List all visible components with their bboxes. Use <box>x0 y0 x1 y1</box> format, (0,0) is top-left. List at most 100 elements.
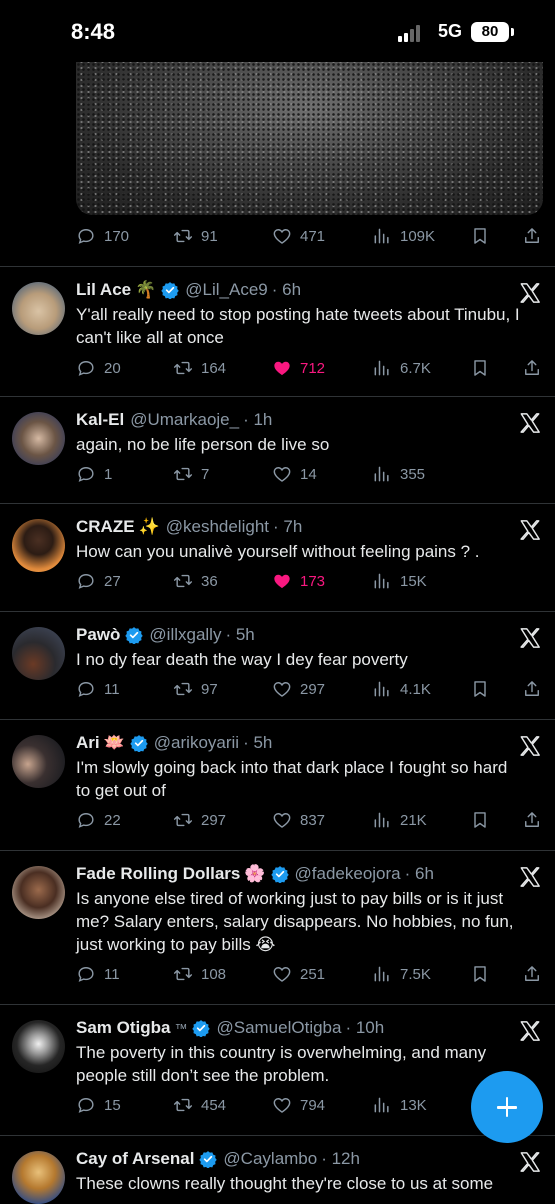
avatar[interactable] <box>12 735 65 788</box>
bookmark-button[interactable] <box>470 226 490 246</box>
avatar[interactable] <box>12 519 65 572</box>
share-icon <box>525 681 539 696</box>
retweet-button[interactable]: 108 <box>173 964 226 984</box>
handle[interactable]: @illxgally <box>149 625 221 645</box>
reply-button[interactable]: 15 <box>76 1095 121 1115</box>
display-name[interactable]: Cay of Arsenal <box>76 1149 194 1169</box>
bookmark-button[interactable] <box>470 358 490 378</box>
tweet-text: I'm slowly going back into that dark pla… <box>76 758 508 800</box>
x-logo-icon <box>520 520 540 540</box>
heart-filled-icon <box>274 574 290 589</box>
retweet-button[interactable]: 164 <box>173 358 226 378</box>
retweet-button[interactable]: 91 <box>173 226 218 246</box>
tweet-header: CRAZE ✨ @keshdelight · 7h <box>76 515 302 539</box>
retweet-icon <box>173 813 193 827</box>
reply-button[interactable]: 11 <box>76 679 120 699</box>
views-icon <box>374 360 389 376</box>
handle[interactable]: @Caylambo <box>223 1149 317 1169</box>
display-name[interactable]: Fade Rolling Dollars <box>76 864 240 884</box>
views-button[interactable]: 4.1K <box>372 679 431 699</box>
avatar[interactable] <box>12 1151 65 1204</box>
display-name[interactable]: Pawò <box>76 625 120 645</box>
compose-post-button[interactable] <box>471 1071 543 1143</box>
retweet-button[interactable]: 7 <box>173 464 209 484</box>
like-button[interactable]: 712 <box>272 358 325 378</box>
bookmark-button[interactable] <box>470 964 490 984</box>
bookmark-button[interactable] <box>470 679 490 699</box>
like-button[interactable]: 14 <box>272 464 317 484</box>
views-icon <box>374 1097 389 1113</box>
retweet-icon <box>173 361 193 375</box>
tweet-header: Fade Rolling Dollars 🌸 @fadekeojora · 6h <box>76 862 434 886</box>
views-button[interactable]: 21K <box>372 810 427 830</box>
display-name[interactable]: Kal-El <box>76 410 124 430</box>
handle[interactable]: @Umarkaoje_ <box>130 410 239 430</box>
like-button[interactable]: 173 <box>272 571 325 591</box>
divider <box>0 266 555 267</box>
share-button[interactable] <box>522 679 542 699</box>
retweet-icon <box>173 682 193 696</box>
share-button[interactable] <box>522 964 542 984</box>
verified-badge-icon <box>270 866 289 883</box>
timestamp: · 12h <box>321 1149 360 1168</box>
reply-button[interactable]: 1 <box>76 464 112 484</box>
heart-icon <box>273 1098 291 1113</box>
views-button[interactable]: 109K <box>372 226 435 246</box>
reply-icon <box>78 361 94 376</box>
retweet-icon <box>173 229 193 243</box>
like-button[interactable]: 837 <box>272 810 325 830</box>
bookmark-button[interactable] <box>470 810 490 830</box>
handle[interactable]: @fadekeojora <box>295 864 401 884</box>
display-name[interactable]: CRAZE <box>76 517 135 537</box>
share-button[interactable] <box>522 226 542 246</box>
share-button[interactable] <box>522 810 542 830</box>
bookmark-icon <box>474 966 486 982</box>
like-button[interactable]: 471 <box>272 226 325 246</box>
heart-icon <box>273 813 291 828</box>
display-name[interactable]: Sam Otigba <box>76 1018 170 1038</box>
reply-button[interactable]: 11 <box>76 964 120 984</box>
like-button[interactable]: 297 <box>272 679 325 699</box>
share-button[interactable] <box>522 358 542 378</box>
handle[interactable]: @Lil_Ace9 <box>185 280 267 300</box>
reply-button[interactable]: 27 <box>76 571 121 591</box>
avatar[interactable] <box>12 282 65 335</box>
reply-button[interactable]: 170 <box>76 226 129 246</box>
x-logo-icon <box>520 1021 540 1041</box>
post-media-image[interactable] <box>76 62 543 215</box>
retweet-button[interactable]: 454 <box>173 1095 226 1115</box>
avatar[interactable] <box>12 1020 65 1073</box>
handle[interactable]: @SamuelOtigba <box>216 1018 341 1038</box>
views-button[interactable]: 6.7K <box>372 358 431 378</box>
name-emoji: 🪷 <box>103 733 125 752</box>
share-icon <box>525 812 539 827</box>
handle[interactable]: @keshdelight <box>166 517 269 537</box>
retweet-button[interactable]: 297 <box>173 810 226 830</box>
reply-button[interactable]: 20 <box>76 358 121 378</box>
like-button[interactable]: 794 <box>272 1095 325 1115</box>
bookmark-icon <box>474 228 486 244</box>
avatar[interactable] <box>12 866 65 919</box>
views-button[interactable]: 355 <box>372 464 425 484</box>
retweet-button[interactable]: 36 <box>173 571 218 591</box>
avatar[interactable] <box>12 412 65 465</box>
views-button[interactable]: 7.5K <box>372 964 431 984</box>
bookmark-icon <box>474 812 486 828</box>
divider <box>0 719 555 720</box>
handle[interactable]: @arikoyarii <box>154 733 239 753</box>
views-button[interactable]: 15K <box>372 571 427 591</box>
tweet-actions: 1 7 14 355 <box>76 464 543 488</box>
retweet-button[interactable]: 97 <box>173 679 218 699</box>
reply-button[interactable]: 22 <box>76 810 121 830</box>
battery-tip <box>511 28 514 36</box>
like-button[interactable]: 251 <box>272 964 325 984</box>
avatar[interactable] <box>12 627 65 680</box>
display-name[interactable]: Lil Ace <box>76 280 131 300</box>
views-button[interactable]: 13K <box>372 1095 427 1115</box>
x-logo-icon <box>520 283 540 303</box>
tweet-actions: 22 297 837 21K <box>76 810 543 834</box>
share-icon <box>525 228 539 243</box>
display-name[interactable]: Ari <box>76 733 100 753</box>
divider <box>0 396 555 397</box>
tweet-text: The poverty in this country is overwhelm… <box>76 1043 487 1085</box>
